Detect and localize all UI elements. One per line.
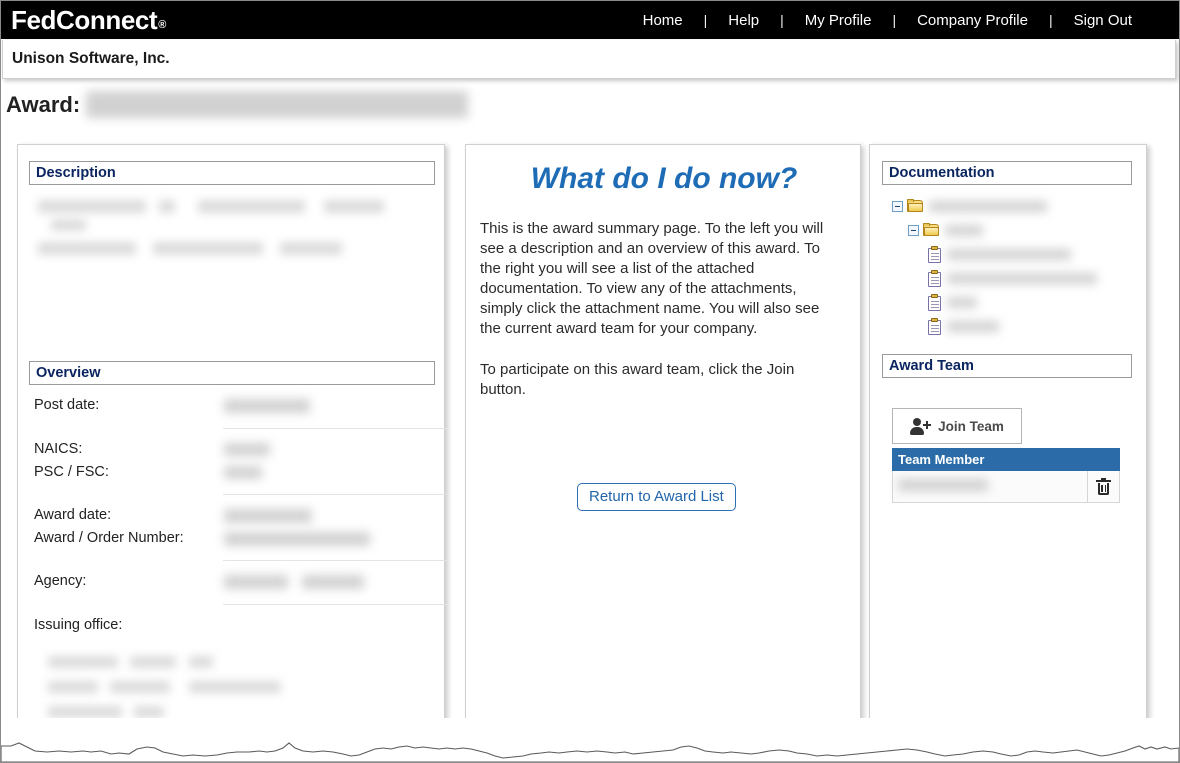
description-body-redacted: [38, 200, 428, 260]
table-row: [892, 470, 1120, 503]
issuing-office-value-redacted: [48, 655, 408, 748]
overview-value-award-order-number-redacted: [224, 532, 370, 546]
overview-value-naics-redacted: [224, 443, 270, 456]
overview-value-agency-redacted: [224, 575, 288, 589]
overview-field-issuing-office: Issuing office:: [34, 617, 434, 633]
folder-icon: [923, 223, 940, 237]
top-navigation-bar: FedConnect ® Home | Help | My Profile | C…: [1, 1, 1179, 39]
documentation-heading-label: Documentation: [889, 165, 995, 181]
cell-delete-action[interactable]: [1087, 470, 1120, 503]
tree-label-redacted: [929, 200, 1047, 212]
tree-label-redacted: [947, 272, 1097, 284]
overview-label-naics: NAICS:: [34, 441, 83, 457]
brand-text: FedConnect: [11, 4, 158, 35]
company-name: Unison Software, Inc.: [12, 50, 170, 67]
overview-label-award-date: Award date:: [34, 507, 112, 523]
nav-link-my-profile[interactable]: My Profile: [784, 12, 893, 29]
help-panel-title: What do I do now?: [530, 162, 798, 195]
overview-field-post-date: Post date:: [34, 397, 434, 413]
team-member-name-redacted: [898, 479, 988, 491]
overview-field-agency: Agency:: [34, 573, 434, 589]
nav-separator: |: [1048, 12, 1053, 28]
overview-label-psc-fsc: PSC / FSC:: [34, 464, 109, 480]
tree-document-node[interactable]: [884, 314, 1138, 338]
overview-label-award-order-number: Award / Order Number:: [34, 530, 184, 546]
page-title: Award:: [6, 91, 469, 118]
collapse-toggle-icon[interactable]: [908, 224, 919, 236]
nav-separator: |: [780, 12, 784, 28]
tree-label-redacted: [947, 296, 977, 308]
join-team-label: Join Team: [938, 418, 1004, 434]
tree-folder-node[interactable]: [884, 194, 1138, 218]
tree-label-redacted: [947, 320, 999, 332]
award-team-heading-label: Award Team: [889, 358, 974, 374]
description-section-header: Description: [29, 161, 435, 185]
overview-section-header: Overview: [29, 361, 435, 385]
main-nav: Home | Help | My Profile | Company Profi…: [622, 12, 1179, 29]
left-column-panel: Description Overview Post date: NAICS: P…: [17, 144, 448, 748]
overview-value-psc-fsc-redacted: [224, 466, 262, 479]
nav-link-sign-out[interactable]: Sign Out: [1053, 12, 1153, 29]
nav-separator: |: [703, 12, 708, 28]
right-column-panel: Documentation Award Team Join Team Team …: [869, 144, 1147, 748]
column-header-team-member: Team Member: [892, 448, 1088, 471]
tree-document-node[interactable]: [884, 290, 1138, 314]
documentation-tree: [884, 194, 1138, 338]
tree-document-node[interactable]: [884, 266, 1138, 290]
tree-label-redacted: [945, 224, 983, 236]
column-header-actions: [1087, 448, 1120, 471]
folder-icon: [907, 199, 924, 213]
join-team-button[interactable]: Join Team: [892, 408, 1022, 444]
table-header-row: Team Member: [892, 448, 1120, 471]
tree-document-node[interactable]: [884, 242, 1138, 266]
documentation-section-header: Documentation: [882, 161, 1132, 185]
nav-link-help[interactable]: Help: [707, 12, 780, 29]
nav-link-home[interactable]: Home: [622, 12, 704, 29]
tree-folder-node[interactable]: [884, 218, 1138, 242]
registered-mark-icon: ®: [158, 18, 166, 31]
overview-label-issuing-office: Issuing office:: [34, 617, 123, 633]
document-icon: [928, 245, 942, 263]
overview-value-post-date-redacted: [224, 399, 310, 413]
overview-label-agency: Agency:: [34, 573, 87, 589]
award-team-section-header: Award Team: [882, 354, 1132, 378]
award-title-redacted: [86, 91, 469, 118]
help-paragraph-2: To participate on this award team, click…: [480, 360, 795, 398]
middle-column-panel: What do I do now? This is the award summ…: [465, 144, 861, 748]
collapse-toggle-icon[interactable]: [892, 200, 903, 212]
overview-field-naics: NAICS:: [34, 441, 434, 457]
company-bar: Unison Software, Inc.: [2, 40, 1176, 79]
nav-link-company-profile[interactable]: Company Profile: [896, 12, 1049, 29]
page-title-label: Award:: [6, 91, 81, 117]
overview-label-post-date: Post date:: [34, 397, 100, 413]
nav-separator: |: [892, 12, 897, 28]
help-paragraph-1: This is the award summary page. To the l…: [480, 220, 824, 338]
help-panel-body: This is the award summary page. To the l…: [480, 219, 842, 400]
cell-team-member: [892, 470, 1088, 503]
document-icon: [928, 317, 942, 335]
person-add-icon: [910, 417, 932, 435]
overview-field-psc-fsc: PSC / FSC:: [34, 464, 434, 480]
fedconnect-logo: FedConnect ®: [1, 5, 166, 36]
tree-label-redacted: [947, 248, 1071, 260]
overview-field-award-order-number: Award / Order Number:: [34, 530, 434, 546]
browser-window: FedConnect ® Home | Help | My Profile | C…: [0, 0, 1180, 763]
overview-field-award-date: Award date:: [34, 507, 434, 523]
overview-heading-label: Overview: [36, 365, 101, 381]
overview-value-agency-redacted-2: [302, 575, 364, 589]
team-member-table: Team Member: [892, 448, 1120, 503]
document-icon: [928, 293, 942, 311]
document-icon: [928, 269, 942, 287]
description-heading-label: Description: [36, 165, 116, 181]
trash-icon[interactable]: [1096, 478, 1111, 496]
overview-value-award-date-redacted: [224, 509, 312, 523]
return-to-award-list-button[interactable]: Return to Award List: [577, 483, 736, 511]
